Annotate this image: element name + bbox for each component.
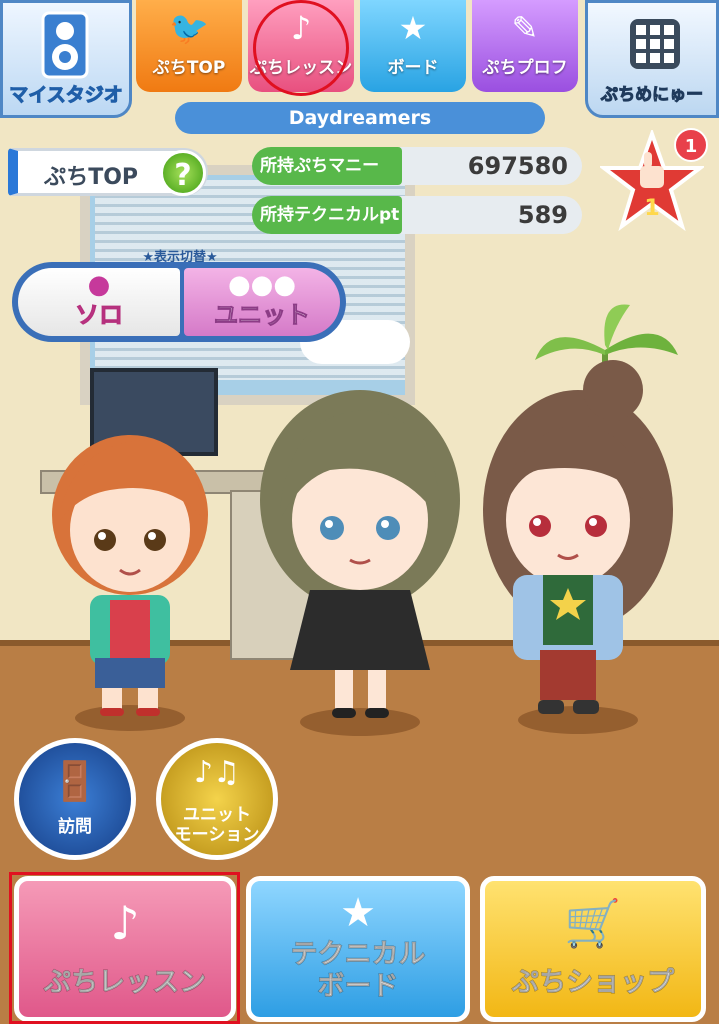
like-rank: 1 [644,196,660,221]
stat-value: 697580 [467,152,568,180]
music-note-icon: ♪ [290,9,312,47]
dancers-icon: ♪♫ [193,755,241,790]
star-icon: ★ [340,890,376,936]
star-icon: ★ [398,9,428,47]
tab-puchi-top[interactable]: 🐦 ぷちTOP [136,0,242,92]
my-studio-label: マイスタジオ [9,84,123,107]
notification-badge: 1 [674,128,708,162]
grid-icon [630,19,680,69]
puchi-lesson-button[interactable]: ♪ ぷちレッスン [14,876,236,1022]
section-title: ぷちTOP [44,165,139,190]
memo-icon: ✎ [511,9,539,47]
tab-puchi-profile[interactable]: ✎ ぷちプロフ [472,0,578,92]
tab-puchi-lesson[interactable]: ♪ ぷちレッスン [248,0,354,92]
unit-name-banner: Daydreamers [175,102,545,134]
tab-label: ぷちTOP [152,58,226,78]
toggle-unit[interactable]: ●●● ユニット [184,268,340,336]
stat-label: 所持テクニカルpt [252,196,402,234]
bird-icon: 🐦 [169,9,209,47]
stat-money: 所持ぷちマニー 697580 [252,147,582,185]
stat-technical-pt: 所持テクニカルpt 589 [252,196,582,234]
unit-motion-label-2: モーション [174,825,260,845]
stat-value: 589 [517,201,568,229]
idol-character-left[interactable] [40,420,220,720]
board-label-2: ボード [317,971,399,1003]
toggle-solo[interactable]: ● ソロ [18,268,180,336]
tab-label: ボード [387,58,439,78]
music-note-icon: ♪ [110,896,140,950]
tab-label: ぷちレッスン [249,58,353,78]
stat-label: 所持ぷちマニー [252,147,402,185]
menu-label: ぷちめにゅー [600,85,704,106]
tab-label: ぷちプロフ [482,58,568,78]
puchi-shop-label: ぷちショップ [511,967,675,999]
unit-motion-label-1: ユニット [183,805,251,825]
speaker-icon [41,11,89,79]
visit-button[interactable]: 🚪 訪問 [14,738,136,860]
puchi-menu-button[interactable]: ぷちめにゅー [585,0,719,118]
toggle-solo-label: ソロ [75,301,124,330]
visit-label: 訪問 [58,817,92,837]
idol-character-center[interactable] [250,380,470,725]
board-label-1: テクニカル [290,939,426,971]
tab-board[interactable]: ★ ボード [360,0,466,92]
my-studio-button[interactable]: マイスタジオ [0,0,132,118]
door-icon: 🚪 [51,759,99,803]
unit-motion-button[interactable]: ♪♫ ユニット モーション [156,738,278,860]
shopping-cart-icon: 🛒 [564,896,622,950]
puchi-shop-button[interactable]: 🛒 ぷちショップ [480,876,706,1022]
idol-character-right[interactable] [478,360,678,725]
puchi-lesson-label: ぷちレッスン [43,967,207,999]
help-button[interactable]: ? [160,150,206,196]
technical-board-button[interactable]: ★ テクニカル ボード [246,876,470,1022]
toggle-unit-label: ユニット [214,301,311,330]
